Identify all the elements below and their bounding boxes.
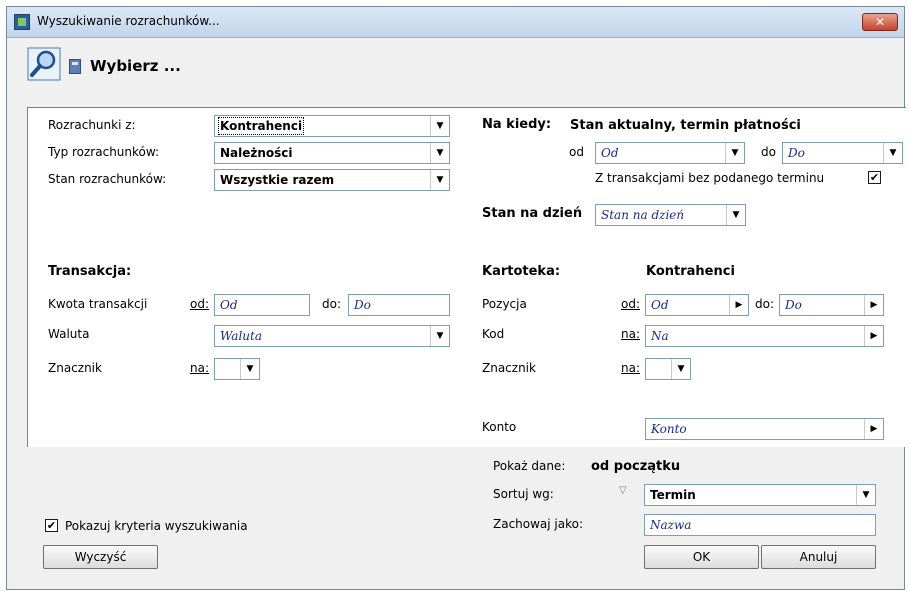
stan-rozrachunkow-label: Stan rozrachunków: <box>48 172 167 186</box>
window-title: Wyszukiwanie rozrachunków... <box>37 14 220 28</box>
do-date-value: Do <box>788 146 805 160</box>
pozycja-od-value: Od <box>651 298 669 312</box>
pozycja-do-value: Do <box>785 298 802 312</box>
chevron-down-icon[interactable]: ▼ <box>430 143 449 163</box>
bez-terminu-label: Z transakcjami bez podanego terminu <box>595 171 825 185</box>
kod-value: Na <box>651 329 669 343</box>
sortuj-select[interactable]: Termin ▼ <box>644 484 876 506</box>
typ-rozrachunkow-label: Typ rozrachunków: <box>48 145 160 159</box>
do-label: do <box>761 145 776 159</box>
konto-value: Konto <box>651 422 687 436</box>
ok-button[interactable]: OK <box>644 545 759 569</box>
app-icon <box>14 14 30 30</box>
pozycja-od-label: od: <box>621 297 641 311</box>
chevron-down-icon[interactable]: ▼ <box>671 359 690 379</box>
kod-na-label: na: <box>621 327 641 341</box>
kwota-label: Kwota transakcji <box>48 297 148 311</box>
bez-terminu-checkbox[interactable]: ✔ <box>868 171 881 184</box>
pozycja-label: Pozycja <box>482 297 527 311</box>
kod-select[interactable]: Na ▶ <box>645 325 884 347</box>
pokaz-dane-value: od początku <box>591 459 681 474</box>
stan-na-dzien-select[interactable]: Stan na dzień ▼ <box>595 204 746 226</box>
title-bar: Wyszukiwanie rozrachunków... ✕ <box>7 7 904 38</box>
criteria-panel: Rozrachunki z: Kontrahenci ▼ Typ rozrach… <box>27 107 906 447</box>
sortuj-value: Termin <box>650 488 696 502</box>
waluta-label: Waluta <box>48 327 90 341</box>
od-label: od <box>569 145 584 159</box>
pozycja-od-select[interactable]: Od ▶ <box>645 294 749 316</box>
rozrachunki-z-select[interactable]: Kontrahenci ▼ <box>214 115 450 137</box>
pokazuj-kryteria-label[interactable]: Pokazuj kryteria wyszukiwania <box>65 519 248 533</box>
chevron-down-icon[interactable]: ▼ <box>240 359 259 379</box>
waluta-value: Waluta <box>220 329 262 343</box>
sortuj-label: Sortuj wg: <box>493 487 554 501</box>
stan-rozrachunkow-select[interactable]: Wszystkie razem ▼ <box>214 169 450 191</box>
na-kiedy-label: Na kiedy: <box>482 117 552 132</box>
typ-rozrachunkow-value: Należności <box>220 146 293 160</box>
znacznik-left-na-label: na: <box>190 361 210 375</box>
na-kiedy-value: Stan aktualny, termin płatności <box>570 118 801 133</box>
od-date-select[interactable]: Od ▼ <box>595 142 745 164</box>
typ-rozrachunkow-select[interactable]: Należności ▼ <box>214 142 450 164</box>
calculator-icon <box>69 59 81 74</box>
pozycja-do-select[interactable]: Do ▶ <box>779 294 884 316</box>
anuluj-button[interactable]: Anuluj <box>761 545 876 569</box>
chevron-down-icon[interactable]: ▼ <box>430 116 449 136</box>
kwota-do-field[interactable]: Do <box>348 294 450 316</box>
header-title: Wybierz ... <box>90 57 181 75</box>
chevron-down-icon[interactable]: ▼ <box>726 205 745 225</box>
rozrachunki-z-label: Rozrachunki z: <box>48 118 136 132</box>
znacznik-right-na-label: na: <box>621 361 641 375</box>
od-date-value: Od <box>601 146 619 160</box>
sort-direction-icon[interactable]: ▽ <box>619 485 627 496</box>
kwota-od-value: Od <box>220 298 238 312</box>
chevron-right-icon[interactable]: ▶ <box>864 419 883 439</box>
chevron-down-icon[interactable]: ▼ <box>856 485 875 505</box>
kwota-do-value: Do <box>354 298 371 312</box>
kod-label: Kod <box>482 327 505 341</box>
znacznik-left-select[interactable]: ▼ <box>214 358 260 380</box>
waluta-select[interactable]: Waluta ▼ <box>214 325 450 347</box>
kartoteka-label: Kartoteka: <box>482 264 561 279</box>
chevron-down-icon[interactable]: ▼ <box>725 143 744 163</box>
wyczysc-button[interactable]: Wyczyść <box>43 545 158 569</box>
pozycja-do-label: do: <box>755 297 775 311</box>
chevron-right-icon[interactable]: ▶ <box>864 326 883 346</box>
close-button[interactable]: ✕ <box>862 13 898 31</box>
chevron-right-icon[interactable]: ▶ <box>864 295 883 315</box>
pokaz-dane-label: Pokaż dane: <box>493 459 566 473</box>
chevron-down-icon[interactable]: ▼ <box>883 143 902 163</box>
zachowaj-value: Nazwa <box>650 518 692 532</box>
chevron-right-icon[interactable]: ▶ <box>729 295 748 315</box>
stan-na-dzien-value: Stan na dzień <box>601 208 685 222</box>
rozrachunki-z-value: Kontrahenci <box>217 117 305 135</box>
do-date-select[interactable]: Do ▼ <box>782 142 903 164</box>
transakcja-title: Transakcja: <box>48 264 132 279</box>
zachowaj-label: Zachowaj jako: <box>493 517 584 531</box>
kwota-od-label: od: <box>190 297 210 311</box>
kwota-od-field[interactable]: Od <box>214 294 310 316</box>
chevron-down-icon[interactable]: ▼ <box>430 170 449 190</box>
kartoteka-value: Kontrahenci <box>646 264 735 279</box>
stan-na-dzien-label: Stan na dzień <box>482 206 583 221</box>
znacznik-right-select[interactable]: ▼ <box>645 358 691 380</box>
zachowaj-field[interactable]: Nazwa <box>644 514 876 536</box>
konto-select[interactable]: Konto ▶ <box>645 418 884 440</box>
pokazuj-kryteria-checkbox[interactable]: ✔ <box>45 519 58 532</box>
znacznik-right-label: Znacznik <box>482 361 536 375</box>
znacznik-left-label: Znacznik <box>48 361 102 375</box>
magnifier-icon <box>27 47 61 81</box>
dialog-window: Wyszukiwanie rozrachunków... ✕ Wybierz .… <box>6 6 906 590</box>
kwota-do-label: do: <box>322 297 342 311</box>
stan-rozrachunkow-value: Wszystkie razem <box>220 173 335 187</box>
konto-label: Konto <box>482 420 517 434</box>
chevron-down-icon[interactable]: ▼ <box>430 326 449 346</box>
